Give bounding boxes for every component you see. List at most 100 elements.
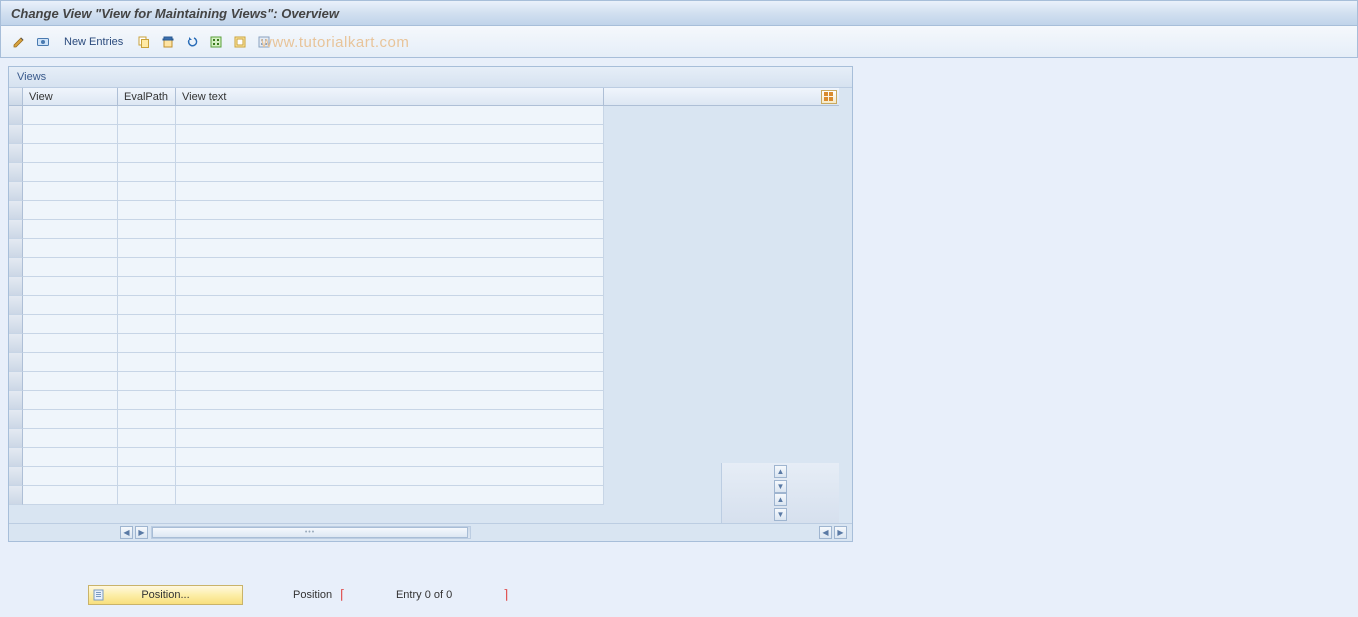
cell-viewtext[interactable] xyxy=(176,239,604,258)
cell-viewtext[interactable] xyxy=(176,315,604,334)
column-header-viewtext[interactable]: View text xyxy=(176,88,604,106)
cell-evalpath[interactable] xyxy=(118,334,176,353)
scroll-thumb[interactable]: ••• xyxy=(152,527,468,538)
cell-viewtext[interactable] xyxy=(176,353,604,372)
cell-view[interactable] xyxy=(23,163,118,182)
cell-viewtext[interactable] xyxy=(176,201,604,220)
table-row[interactable] xyxy=(9,258,604,277)
cell-view[interactable] xyxy=(23,315,118,334)
cell-viewtext[interactable] xyxy=(176,106,604,125)
cell-view[interactable] xyxy=(23,372,118,391)
column-header-evalpath[interactable]: EvalPath xyxy=(118,88,176,106)
table-row[interactable] xyxy=(9,220,604,239)
cell-viewtext[interactable] xyxy=(176,410,604,429)
scroll-right-step-icon[interactable]: ▶ xyxy=(135,526,148,539)
cell-evalpath[interactable] xyxy=(118,448,176,467)
cell-evalpath[interactable] xyxy=(118,410,176,429)
cell-viewtext[interactable] xyxy=(176,163,604,182)
cell-view[interactable] xyxy=(23,239,118,258)
cell-view[interactable] xyxy=(23,144,118,163)
table-row[interactable] xyxy=(9,410,604,429)
table-row[interactable] xyxy=(9,448,604,467)
cell-viewtext[interactable] xyxy=(176,296,604,315)
table-row[interactable] xyxy=(9,486,604,505)
row-selector[interactable] xyxy=(9,334,23,353)
cell-viewtext[interactable] xyxy=(176,277,604,296)
row-selector[interactable] xyxy=(9,220,23,239)
row-selector[interactable] xyxy=(9,391,23,410)
undo-icon[interactable] xyxy=(182,32,202,52)
row-selector[interactable] xyxy=(9,410,23,429)
table-row[interactable] xyxy=(9,467,604,486)
scroll-track[interactable]: ••• xyxy=(151,526,471,539)
cell-viewtext[interactable] xyxy=(176,258,604,277)
cell-viewtext[interactable] xyxy=(176,125,604,144)
cell-evalpath[interactable] xyxy=(118,296,176,315)
cell-evalpath[interactable] xyxy=(118,353,176,372)
column-header-view[interactable]: View xyxy=(23,88,118,106)
cell-view[interactable] xyxy=(23,467,118,486)
cell-view[interactable] xyxy=(23,220,118,239)
row-selector[interactable] xyxy=(9,486,23,505)
new-entries-button[interactable]: New Entries xyxy=(57,32,130,52)
row-selector[interactable] xyxy=(9,144,23,163)
cell-view[interactable] xyxy=(23,391,118,410)
table-row[interactable] xyxy=(9,296,604,315)
cell-evalpath[interactable] xyxy=(118,258,176,277)
scroll-down-icon[interactable]: ▼ xyxy=(774,508,787,521)
row-selector[interactable] xyxy=(9,296,23,315)
cell-evalpath[interactable] xyxy=(118,277,176,296)
cell-view[interactable] xyxy=(23,296,118,315)
scroll-left-icon[interactable]: ◀ xyxy=(120,526,133,539)
table-row[interactable] xyxy=(9,391,604,410)
row-selector[interactable] xyxy=(9,448,23,467)
table-row[interactable] xyxy=(9,353,604,372)
cell-viewtext[interactable] xyxy=(176,391,604,410)
cell-evalpath[interactable] xyxy=(118,220,176,239)
cell-evalpath[interactable] xyxy=(118,201,176,220)
row-selector[interactable] xyxy=(9,277,23,296)
cell-viewtext[interactable] xyxy=(176,334,604,353)
row-selector[interactable] xyxy=(9,125,23,144)
cell-viewtext[interactable] xyxy=(176,486,604,505)
table-row[interactable] xyxy=(9,182,604,201)
cell-viewtext[interactable] xyxy=(176,448,604,467)
table-row[interactable] xyxy=(9,239,604,258)
cell-view[interactable] xyxy=(23,125,118,144)
scroll-right-end-icon[interactable]: ▶ xyxy=(834,526,847,539)
table-row[interactable] xyxy=(9,144,604,163)
cell-evalpath[interactable] xyxy=(118,429,176,448)
cell-view[interactable] xyxy=(23,353,118,372)
scroll-down-step-icon[interactable]: ▼ xyxy=(774,480,787,493)
cell-view[interactable] xyxy=(23,277,118,296)
table-row[interactable] xyxy=(9,429,604,448)
cell-evalpath[interactable] xyxy=(118,391,176,410)
cell-view[interactable] xyxy=(23,486,118,505)
cell-view[interactable] xyxy=(23,201,118,220)
row-selector[interactable] xyxy=(9,467,23,486)
cell-view[interactable] xyxy=(23,182,118,201)
table-row[interactable] xyxy=(9,334,604,353)
horizontal-scrollbar[interactable]: ◀ ▶ ••• ◀ ▶ xyxy=(9,523,852,541)
cell-evalpath[interactable] xyxy=(118,106,176,125)
table-row[interactable] xyxy=(9,125,604,144)
row-selector[interactable] xyxy=(9,163,23,182)
cell-viewtext[interactable] xyxy=(176,144,604,163)
toggle-change-icon[interactable] xyxy=(9,32,29,52)
scroll-up-step-icon[interactable]: ▲ xyxy=(774,493,787,506)
cell-evalpath[interactable] xyxy=(118,486,176,505)
scroll-left-end-icon[interactable]: ◀ xyxy=(819,526,832,539)
cell-evalpath[interactable] xyxy=(118,125,176,144)
row-selector[interactable] xyxy=(9,182,23,201)
cell-evalpath[interactable] xyxy=(118,182,176,201)
row-selector[interactable] xyxy=(9,429,23,448)
delete-icon[interactable] xyxy=(158,32,178,52)
cell-evalpath[interactable] xyxy=(118,467,176,486)
select-block-icon[interactable] xyxy=(230,32,250,52)
table-row[interactable] xyxy=(9,372,604,391)
position-button[interactable]: Position... xyxy=(88,585,243,605)
vertical-scrollbar[interactable]: ▲ ▼ ▲ ▼ xyxy=(721,463,839,523)
cell-evalpath[interactable] xyxy=(118,315,176,334)
cell-evalpath[interactable] xyxy=(118,144,176,163)
table-row[interactable] xyxy=(9,163,604,182)
